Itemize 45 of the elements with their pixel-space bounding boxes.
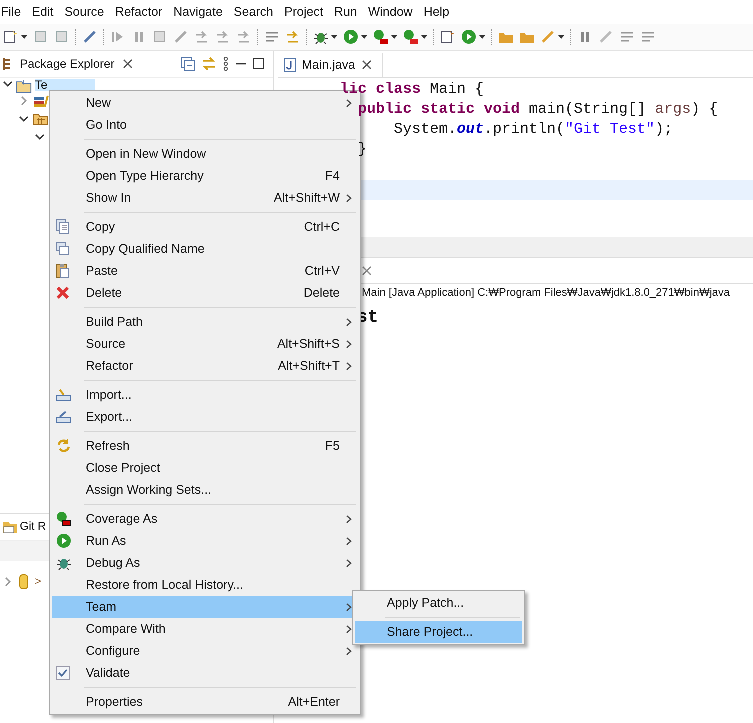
menu-item[interactable]: Refactor Alt+Shift+T bbox=[52, 355, 358, 377]
code-line: public static void main(String[] args) { bbox=[358, 101, 718, 118]
menu-item[interactable]: Navigate bbox=[174, 5, 228, 19]
menu-item[interactable]: Import... bbox=[52, 384, 358, 406]
menu-item[interactable]: Apply Patch... bbox=[355, 592, 522, 614]
menu-item[interactable]: Refactor bbox=[115, 5, 168, 19]
menu-item[interactable]: Go Into bbox=[52, 114, 358, 136]
menu-item[interactable]: Source bbox=[64, 5, 110, 19]
menu-item[interactable]: Copy Ctrl+C bbox=[52, 216, 358, 238]
code-line: System.out.println("Git Test"); bbox=[394, 121, 674, 138]
menu-item[interactable]: File bbox=[0, 5, 26, 19]
menu-item[interactable]: Restore from Local History... bbox=[52, 574, 358, 596]
menu-item[interactable]: Show In Alt+Shift+W bbox=[52, 187, 358, 209]
view-tab[interactable]: Package Explorer bbox=[20, 57, 115, 71]
menu-item[interactable]: Export... bbox=[52, 406, 358, 428]
menu-item[interactable]: Debug As bbox=[52, 552, 358, 574]
menu-item[interactable]: Project bbox=[284, 5, 328, 19]
menu-item[interactable]: Close Project bbox=[52, 457, 358, 479]
menu-item[interactable]: Share Project... bbox=[355, 621, 522, 643]
menu-item[interactable]: Assign Working Sets... bbox=[52, 479, 358, 501]
menu-item[interactable]: Coverage As bbox=[52, 508, 358, 530]
menu-item[interactable]: Help bbox=[424, 5, 455, 19]
menu-item[interactable]: Open in New Window bbox=[52, 143, 358, 165]
menu-item[interactable]: Build Path bbox=[52, 311, 358, 333]
menu-item[interactable]: Copy Qualified Name bbox=[52, 238, 358, 260]
menu-item[interactable]: Paste Ctrl+V bbox=[52, 260, 358, 282]
menu-item[interactable]: Compare With bbox=[52, 618, 358, 640]
menu-item[interactable]: Properties Alt+Enter bbox=[52, 691, 358, 713]
menu-item[interactable]: Configure bbox=[52, 640, 358, 662]
menu-item[interactable]: Run As bbox=[52, 530, 358, 552]
menu-item[interactable]: Run bbox=[334, 5, 362, 19]
menu-item[interactable]: Delete Delete bbox=[52, 282, 358, 304]
menu-item[interactable]: Open Type Hierarchy F4 bbox=[52, 165, 358, 187]
menu-item[interactable]: Refresh F5 bbox=[52, 435, 358, 457]
menu-item[interactable]: Validate bbox=[52, 662, 358, 684]
view-tab[interactable]: Git R bbox=[20, 521, 46, 533]
menu-item[interactable]: Window bbox=[368, 5, 418, 19]
code-line: } bbox=[358, 141, 368, 158]
tree-item[interactable]: Te bbox=[35, 79, 95, 91]
menu-item[interactable]: Search bbox=[234, 5, 279, 19]
menu-item[interactable]: Source Alt+Shift+S bbox=[52, 333, 358, 355]
editor-tab[interactable]: Main.java bbox=[278, 53, 382, 77]
repository-marker: > bbox=[35, 576, 42, 588]
menu-item[interactable]: Edit bbox=[32, 5, 59, 19]
console-header: Main [Java Application] C:₩Program Files₩Java₩jdk1.8.0_271₩bin₩java bbox=[362, 286, 732, 301]
